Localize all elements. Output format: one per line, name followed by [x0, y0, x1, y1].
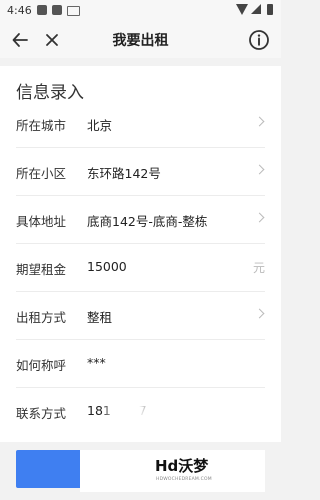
rental-type-row[interactable]: 出租方式 整租 [0, 292, 281, 340]
city-label: 所在城市 [16, 118, 67, 133]
address-value: 底商142号-底商-整栋 [87, 214, 208, 229]
watermark-text: Hd沃梦 [155, 457, 209, 475]
info-icon [249, 30, 269, 50]
submit-button[interactable] [16, 450, 80, 488]
rent-unit: 元 [253, 261, 266, 275]
city-value: 北京 [87, 118, 113, 133]
rent-label: 期望租金 [16, 262, 67, 277]
rental-type-label: 出租方式 [16, 310, 67, 325]
info-button[interactable] [247, 28, 271, 52]
chevron-right-icon [254, 212, 265, 223]
battery-icon [267, 4, 273, 15]
community-label: 所在小区 [16, 166, 67, 181]
city-row[interactable]: 所在城市 北京 [0, 100, 281, 148]
notification-icon [52, 5, 62, 15]
bottom-area [0, 442, 281, 500]
cast-icon [67, 6, 80, 16]
header-bar: 我要出租 [0, 22, 281, 58]
notification-icon [37, 5, 47, 15]
name-row[interactable]: 如何称呼 *** [0, 340, 281, 388]
watermark-subtext: HDWOCHEDREAM.COM [156, 477, 212, 482]
privacy-mask [104, 402, 156, 420]
cellular-signal-icon [251, 4, 261, 14]
address-row[interactable]: 具体地址 底商142号-底商-整栋 [0, 196, 281, 244]
rent-input[interactable]: 15000 [87, 259, 127, 274]
rent-row[interactable]: 期望租金 15000 元 [0, 244, 281, 292]
info-entry-form: 信息录入 所在城市 北京 所在小区 东环路142号 具体地址 底商142号-底商… [0, 66, 281, 442]
rental-type-value: 整租 [87, 310, 113, 325]
address-label: 具体地址 [16, 214, 67, 229]
chevron-right-icon [254, 116, 265, 127]
status-time: 4:46 [7, 4, 32, 17]
wifi-icon [236, 4, 248, 15]
contact-row[interactable]: 联系方式 181 7 [0, 388, 281, 436]
chevron-right-icon [254, 308, 265, 319]
community-value: 东环路142号 [87, 166, 161, 181]
community-row[interactable]: 所在小区 东环路142号 [0, 148, 281, 196]
watermark-logo: Hd沃梦 HDWOCHEDREAM.COM [155, 455, 215, 489]
page-title: 我要出租 [112, 33, 169, 49]
name-label: 如何称呼 [16, 358, 67, 373]
status-bar: 4:46 [0, 0, 281, 22]
name-input[interactable]: *** [87, 355, 106, 370]
chevron-right-icon [254, 164, 265, 175]
contact-label: 联系方式 [16, 406, 67, 421]
